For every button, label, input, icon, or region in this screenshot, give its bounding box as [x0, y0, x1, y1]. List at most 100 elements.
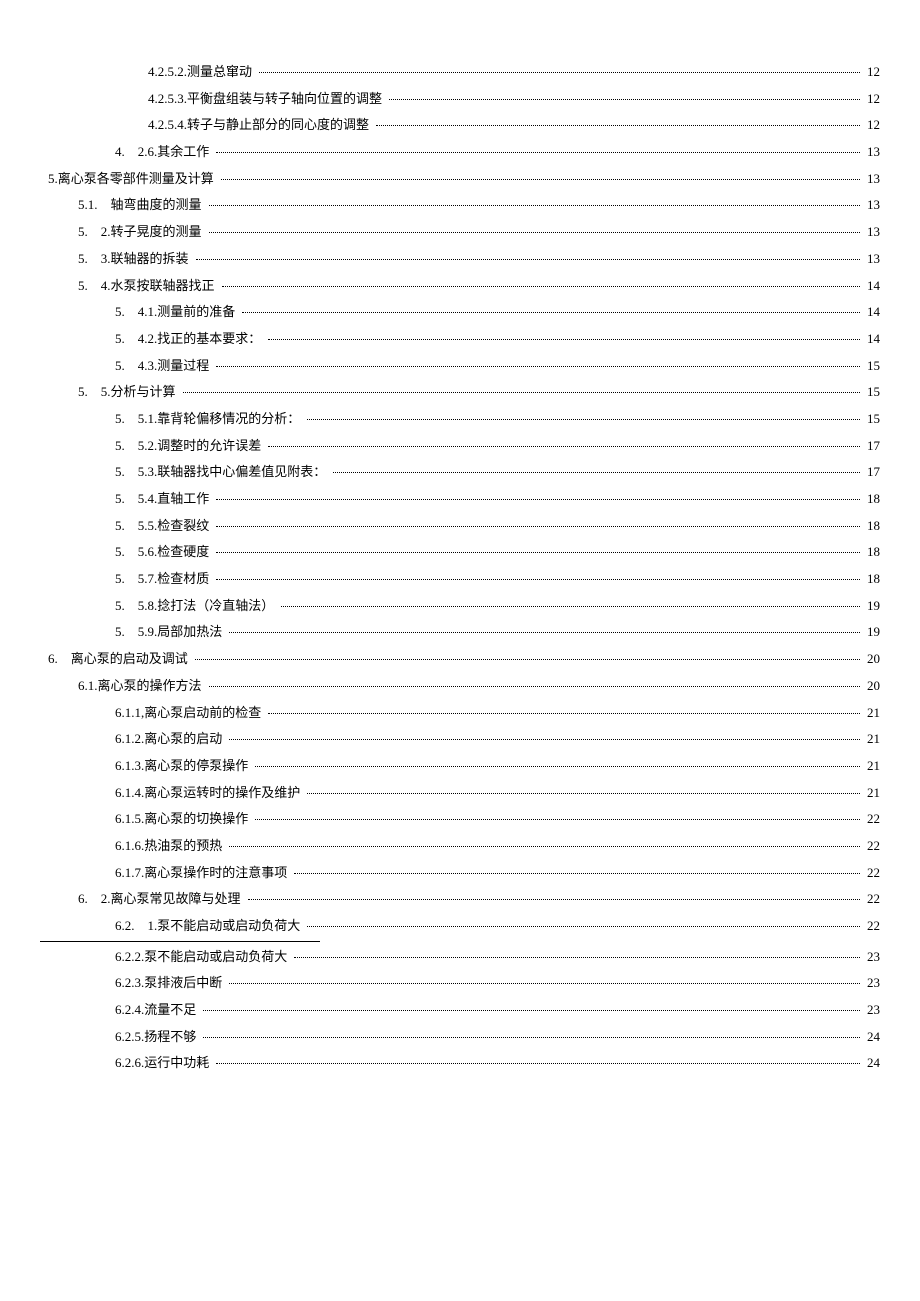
toc-leader-dots	[216, 1063, 860, 1064]
toc-leader-dots	[255, 819, 860, 820]
toc-entry[interactable]: 6.1.3.离心泵的停泵操作21	[40, 754, 880, 779]
toc-entry[interactable]: 5. 5.2.调整时的允许误差17	[40, 434, 880, 459]
toc-entry[interactable]: 5. 3.联轴器的拆装 13	[40, 247, 880, 272]
toc-entry[interactable]: 5.离心泵各零部件测量及计算 13	[40, 167, 880, 192]
toc-leader-dots	[294, 957, 860, 958]
toc-leader-dots	[307, 926, 860, 927]
toc-entry[interactable]: 6.2. 1.泵不能启动或启动负荷大 22	[40, 914, 880, 939]
toc-entry[interactable]: 5. 5.9.局部加热法19	[40, 620, 880, 645]
toc-label: 6.2.5.扬程不够	[115, 1025, 200, 1050]
toc-leader-dots	[307, 419, 860, 420]
toc-label: 6. 2.离心泵常见故障与处理	[78, 887, 245, 912]
toc-label: 6. 离心泵的启动及调试	[48, 647, 192, 672]
toc-label: 5. 5.8.捻打法（冷直轴法）	[115, 594, 278, 619]
toc-page-number: 14	[863, 300, 880, 325]
toc-leader-dots	[216, 366, 860, 367]
toc-leader-dots	[209, 205, 860, 206]
toc-entry[interactable]: 4.2.5.3.平衡盘组装与转子轴向位置的调整12	[40, 87, 880, 112]
toc-page-number: 20	[863, 674, 880, 699]
toc-page-number: 14	[863, 327, 880, 352]
toc-label: 6.1.离心泵的操作方法	[78, 674, 206, 699]
toc-entry[interactable]: 5. 4.3.测量过程15	[40, 354, 880, 379]
toc-entry[interactable]: 5. 4.水泵按联轴器找正14	[40, 274, 880, 299]
toc-entry[interactable]: 4.2.5.2.测量总窜动12	[40, 60, 880, 85]
toc-entry[interactable]: 5. 5.7.检查材质18	[40, 567, 880, 592]
toc-leader-dots	[222, 286, 860, 287]
toc-leader-dots	[281, 606, 860, 607]
toc-label: 5. 5.6.检查硬度	[115, 540, 213, 565]
toc-leader-dots	[229, 632, 860, 633]
toc-page-number: 20	[863, 647, 880, 672]
toc-entry[interactable]: 6.1.离心泵的操作方法 20	[40, 674, 880, 699]
toc-entry[interactable]: 5. 5.分析与计算15	[40, 380, 880, 405]
toc-leader-dots	[242, 312, 860, 313]
toc-page-number: 22	[863, 914, 880, 939]
toc-entry[interactable]: 5. 2.转子晃度的测量13	[40, 220, 880, 245]
toc-page-number: 13	[863, 167, 880, 192]
toc-label: 6.1.1,离心泵启动前的检查	[115, 701, 265, 726]
toc-entry[interactable]: 6.1.7.离心泵操作时的注意事项22	[40, 861, 880, 886]
toc-page-number: 18	[863, 540, 880, 565]
toc-page-number: 13	[863, 140, 880, 165]
toc-page-number: 12	[863, 60, 880, 85]
toc-page-number: 12	[863, 87, 880, 112]
toc-entry[interactable]: 6.2.2.泵不能启动或启动负荷大23	[40, 945, 880, 970]
toc-leader-dots	[268, 339, 860, 340]
toc-leader-dots	[216, 526, 860, 527]
table-of-contents: 4.2.5.2.测量总窜动124.2.5.3.平衡盘组装与转子轴向位置的调整12…	[40, 60, 880, 1076]
toc-entry[interactable]: 5. 5.1.靠背轮偏移情况的分析：15	[40, 407, 880, 432]
toc-label: 5. 3.联轴器的拆装	[78, 247, 193, 272]
toc-label: 5. 4.3.测量过程	[115, 354, 213, 379]
toc-page-number: 21	[863, 754, 880, 779]
toc-entry[interactable]: 5. 4.1.测量前的准备 14	[40, 300, 880, 325]
toc-leader-dots	[229, 846, 860, 847]
toc-entry[interactable]: 6.2.5.扬程不够24	[40, 1025, 880, 1050]
toc-page-number: 13	[863, 247, 880, 272]
toc-leader-dots	[268, 446, 860, 447]
toc-page-number: 17	[863, 460, 880, 485]
toc-entry[interactable]: 6.1.4.离心泵运转时的操作及维护21	[40, 781, 880, 806]
toc-entry[interactable]: 5. 5.8.捻打法（冷直轴法）19	[40, 594, 880, 619]
toc-label: 5. 4.1.测量前的准备	[115, 300, 239, 325]
toc-entry[interactable]: 4. 2.6.其余工作 13	[40, 140, 880, 165]
toc-entry[interactable]: 5. 5.6.检查硬度 18	[40, 540, 880, 565]
toc-label: 4. 2.6.其余工作	[115, 140, 213, 165]
toc-entry[interactable]: 6.1.5.离心泵的切换操作22	[40, 807, 880, 832]
toc-page-number: 18	[863, 487, 880, 512]
toc-leader-dots	[229, 739, 860, 740]
toc-page-number: 17	[863, 434, 880, 459]
toc-entry[interactable]: 5. 5.3.联轴器找中心偏差值见附表： 17	[40, 460, 880, 485]
toc-label: 5. 5.4.直轴工作	[115, 487, 213, 512]
toc-entry[interactable]: 6.2.4.流量不足23	[40, 998, 880, 1023]
toc-entry[interactable]: 6.1.6.热油泵的预热22	[40, 834, 880, 859]
toc-entry[interactable]: 5. 4.2.找正的基本要求： 14	[40, 327, 880, 352]
toc-label: 6.2. 1.泵不能启动或启动负荷大	[115, 914, 304, 939]
toc-label: 5. 5.分析与计算	[78, 380, 180, 405]
toc-label: 5.1. 轴弯曲度的测量	[78, 193, 206, 218]
toc-page-number: 18	[863, 514, 880, 539]
toc-entry[interactable]: 6.1.2.离心泵的启动21	[40, 727, 880, 752]
toc-entry[interactable]: 5. 5.4.直轴工作 18	[40, 487, 880, 512]
toc-entry[interactable]: 6.1.1,离心泵启动前的检查 21	[40, 701, 880, 726]
toc-entry[interactable]: 5. 5.5.检查裂纹18	[40, 514, 880, 539]
toc-label: 5. 5.9.局部加热法	[115, 620, 226, 645]
toc-leader-dots	[203, 1037, 860, 1038]
toc-page-number: 21	[863, 727, 880, 752]
toc-label: 5. 4.2.找正的基本要求：	[115, 327, 265, 352]
toc-leader-dots	[294, 873, 860, 874]
toc-page-number: 18	[863, 567, 880, 592]
toc-label: 5. 5.3.联轴器找中心偏差值见附表：	[115, 460, 330, 485]
toc-entry[interactable]: 6. 2.离心泵常见故障与处理22	[40, 887, 880, 912]
toc-label: 6.1.6.热油泵的预热	[115, 834, 226, 859]
toc-entry[interactable]: 6. 离心泵的启动及调试 20	[40, 647, 880, 672]
toc-leader-dots	[376, 125, 860, 126]
toc-leader-dots	[196, 259, 860, 260]
toc-leader-dots	[216, 552, 860, 553]
toc-entry[interactable]: 6.2.6.运行中功耗24	[40, 1051, 880, 1076]
toc-entry[interactable]: 4.2.5.4.转子与静止部分的同心度的调整12	[40, 113, 880, 138]
toc-label: 5.离心泵各零部件测量及计算	[48, 167, 218, 192]
toc-entry[interactable]: 5.1. 轴弯曲度的测量13	[40, 193, 880, 218]
toc-page-number: 21	[863, 701, 880, 726]
toc-entry[interactable]: 6.2.3.泵排液后中断23	[40, 971, 880, 996]
horizontal-rule	[40, 941, 320, 942]
